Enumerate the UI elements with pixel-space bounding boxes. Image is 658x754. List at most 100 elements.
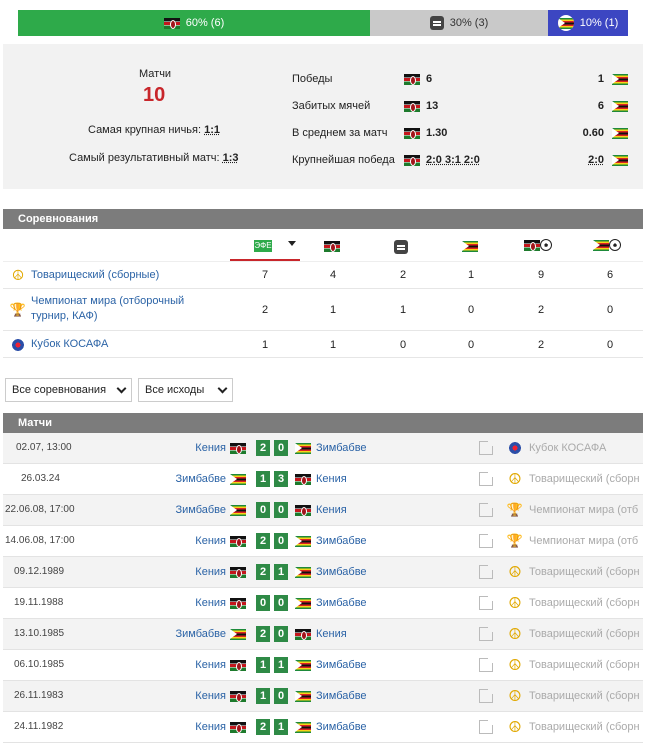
stat-away-value[interactable]: 2:0 bbox=[588, 154, 604, 166]
external-link-icon[interactable] bbox=[479, 439, 495, 455]
total-count: 2 bbox=[261, 304, 269, 316]
match-competition[interactable]: Товарищеский (сборн bbox=[529, 566, 641, 578]
away-score[interactable]: 3 bbox=[274, 471, 288, 487]
competition-name[interactable]: ☮ Товарищеский (сборные) bbox=[11, 267, 160, 283]
away-score[interactable]: 0 bbox=[274, 502, 288, 518]
external-link-icon[interactable] bbox=[479, 470, 495, 486]
home-score[interactable]: 1 bbox=[256, 657, 270, 673]
competition-row[interactable]: ☮ Товарищеский (сборные) 7 4 2 1 9 6 bbox=[3, 262, 643, 289]
external-link-icon[interactable] bbox=[479, 563, 495, 579]
match-row[interactable]: 26.11.1983 Кения 1 0 Зимбабве ☮ Товарищеский (… bbox=[3, 681, 643, 712]
home-team[interactable]: Зимбабве bbox=[175, 473, 226, 485]
away-score[interactable]: 0 bbox=[274, 533, 288, 549]
external-link-icon[interactable] bbox=[479, 594, 495, 610]
away-team[interactable]: Кения bbox=[316, 628, 347, 640]
zimbabwe-flag-icon[interactable] bbox=[462, 241, 478, 252]
match-row[interactable]: 14.06.08, 17:00 Кения 2 0 Зимбабве 🏆 Чемпионат… bbox=[3, 526, 643, 557]
match-row[interactable]: 26.03.24 Зимбабве 1 3 Кения ☮ Товарищеский (сб… bbox=[3, 464, 643, 495]
match-competition[interactable]: Чемпионат мира (отб bbox=[529, 535, 641, 547]
external-link-icon[interactable] bbox=[479, 656, 495, 672]
match-competition[interactable]: Товарищеский (сборн bbox=[529, 597, 641, 609]
match-competition[interactable]: Товарищеский (сборн bbox=[529, 473, 641, 485]
match-row[interactable]: 02.07, 13:00 Кения 2 0 Зимбабве Кубок КОСАФА bbox=[3, 433, 643, 464]
match-competition[interactable]: Товарищеский (сборн bbox=[529, 721, 641, 733]
competition-label: Кубок КОСАФА bbox=[31, 338, 109, 350]
home-team[interactable]: Кения bbox=[195, 535, 226, 547]
home-score[interactable]: 2 bbox=[256, 626, 270, 642]
draws-segment[interactable]: 30% (3) bbox=[370, 10, 548, 36]
match-competition[interactable]: Кубок КОСАФА bbox=[529, 442, 641, 454]
competition-row[interactable]: 🏆 Чемпионат мира (отборочный турнир, КАФ… bbox=[3, 289, 643, 331]
home-team[interactable]: Зимбабве bbox=[175, 628, 226, 640]
match-competition[interactable]: Товарищеский (сборн bbox=[529, 628, 641, 640]
most-goals-value[interactable]: 1:3 bbox=[223, 152, 239, 164]
away-team[interactable]: Зимбабве bbox=[316, 690, 367, 702]
home-team[interactable]: Кения bbox=[195, 721, 226, 733]
away-score[interactable]: 1 bbox=[274, 719, 288, 735]
away-team[interactable]: Зимбабве bbox=[316, 597, 367, 609]
external-link-icon[interactable] bbox=[479, 718, 495, 734]
home-team[interactable]: Кения bbox=[195, 442, 226, 454]
away-score[interactable]: 1 bbox=[274, 564, 288, 580]
home-score[interactable]: 1 bbox=[256, 471, 270, 487]
away-team[interactable]: Зимбабве bbox=[316, 659, 367, 671]
away-team[interactable]: Кения bbox=[316, 504, 347, 516]
zimbabwe-wins: 1 bbox=[467, 269, 475, 281]
away-team[interactable]: Зимбабве bbox=[316, 442, 367, 454]
home-score[interactable]: 1 bbox=[256, 688, 270, 704]
total-count: 7 bbox=[261, 269, 269, 281]
away-team[interactable]: Кения bbox=[316, 473, 347, 485]
biggest-draw-value[interactable]: 1:1 bbox=[204, 124, 220, 136]
home-team[interactable]: Зимбабве bbox=[175, 504, 226, 516]
home-score[interactable]: 2 bbox=[256, 564, 270, 580]
wins-segment[interactable]: 60% (6) bbox=[18, 10, 370, 36]
kenya-goals-column[interactable] bbox=[524, 239, 552, 252]
match-date: 13.10.1985 bbox=[14, 628, 65, 639]
kenya-flag-icon bbox=[230, 567, 246, 578]
match-row[interactable]: 09.12.1989 Кения 2 1 Зимбабве ☮ Товарищеский (… bbox=[3, 557, 643, 588]
away-score[interactable]: 1 bbox=[274, 657, 288, 673]
home-team[interactable]: Кения bbox=[195, 597, 226, 609]
match-row[interactable]: 22.06.08, 17:00 Зимбабве 0 0 Кения 🏆 Чемпионат… bbox=[3, 495, 643, 526]
home-score[interactable]: 2 bbox=[256, 440, 270, 456]
home-team[interactable]: Кения bbox=[195, 659, 226, 671]
match-competition[interactable]: Товарищеский (сборн bbox=[529, 659, 641, 671]
kenya-flag-icon[interactable] bbox=[324, 241, 340, 252]
external-link-icon[interactable] bbox=[479, 625, 495, 641]
draw-icon[interactable] bbox=[394, 240, 408, 254]
away-score[interactable]: 0 bbox=[274, 626, 288, 642]
match-competition[interactable]: Чемпионат мира (отб bbox=[529, 504, 641, 516]
away-team[interactable]: Зимбабве bbox=[316, 721, 367, 733]
competition-name[interactable]: Кубок КОСАФА bbox=[11, 337, 108, 352]
peace-icon: ☮ bbox=[11, 267, 25, 283]
outcomes-filter-select[interactable]: Все исходы bbox=[138, 378, 233, 402]
zimbabwe-wins: 0 bbox=[467, 304, 475, 316]
match-row[interactable]: 06.10.1985 Кения 1 1 Зимбабве ☮ Товарищеский (… bbox=[3, 650, 643, 681]
competition-name[interactable]: 🏆 Чемпионат мира (отборочный турнир, КАФ… bbox=[10, 294, 211, 324]
home-team[interactable]: Кения bbox=[195, 566, 226, 578]
away-score[interactable]: 0 bbox=[274, 688, 288, 704]
match-competition[interactable]: Товарищеский (сборн bbox=[529, 690, 641, 702]
away-team[interactable]: Зимбабве bbox=[316, 566, 367, 578]
home-team[interactable]: Кения bbox=[195, 690, 226, 702]
home-score[interactable]: 2 bbox=[256, 533, 270, 549]
match-row[interactable]: 19.11.1988 Кения 0 0 Зимбабве ☮ Товарищеский (… bbox=[3, 588, 643, 619]
home-score[interactable]: 2 bbox=[256, 719, 270, 735]
external-link-icon[interactable] bbox=[479, 532, 495, 548]
zimbabwe-goals-column[interactable] bbox=[593, 239, 621, 252]
away-score[interactable]: 0 bbox=[274, 440, 288, 456]
match-row[interactable]: 24.11.1982 Кения 2 1 Зимбабве ☮ Товарищеский (… bbox=[3, 712, 643, 743]
match-row[interactable]: 13.10.1985 Зимбабве 2 0 Кения ☮ Товарищеский (… bbox=[3, 619, 643, 650]
losses-segment[interactable]: 10% (1) bbox=[548, 10, 628, 36]
sort-desc-icon[interactable] bbox=[288, 241, 296, 246]
away-team[interactable]: Зимбабве bbox=[316, 535, 367, 547]
away-score[interactable]: 0 bbox=[274, 595, 288, 611]
home-score[interactable]: 0 bbox=[256, 502, 270, 518]
external-link-icon[interactable] bbox=[479, 687, 495, 703]
stat-home-value[interactable]: 2:0 3:1 2:0 bbox=[426, 154, 480, 166]
competition-row[interactable]: Кубок КОСАФА 1 1 0 0 2 0 bbox=[3, 331, 643, 358]
external-link-icon[interactable] bbox=[479, 501, 495, 517]
total-column-icon[interactable]: ЭФЕ bbox=[254, 240, 272, 252]
home-score[interactable]: 0 bbox=[256, 595, 270, 611]
competitions-filter-select[interactable]: Все соревнования bbox=[5, 378, 132, 402]
